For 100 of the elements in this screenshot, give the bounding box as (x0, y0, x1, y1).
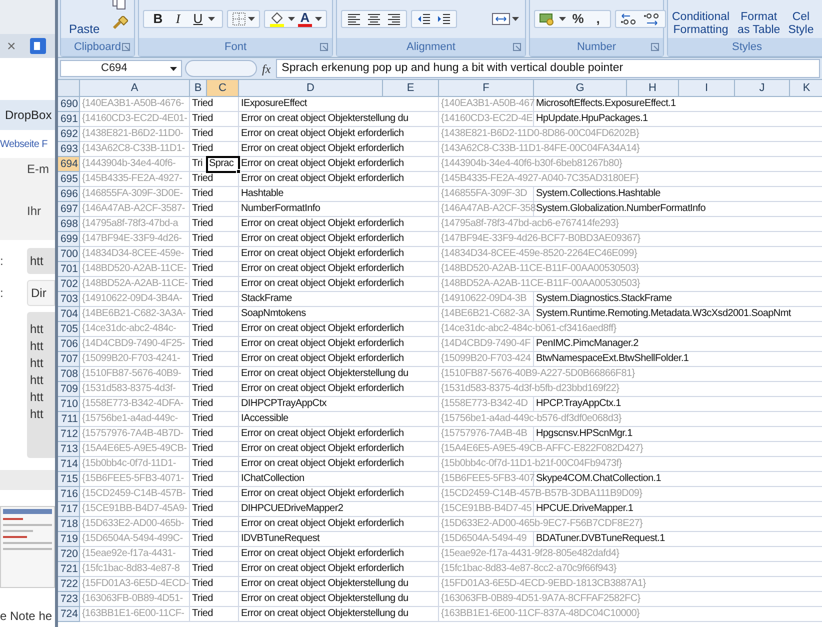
row-header[interactable]: 699 (58, 232, 80, 247)
row-header[interactable]: 701 (58, 262, 80, 277)
name-box[interactable]: C694 (60, 60, 182, 77)
borders-button[interactable] (227, 10, 260, 28)
table-cell: {14BE6B21-C682-3A3A- (80, 307, 190, 322)
row-header[interactable]: 724 (58, 607, 80, 622)
table-cell: {15FD01A3-6E5D-4ECD- (80, 577, 190, 592)
row-header[interactable]: 719 (58, 532, 80, 547)
table-cell: Error on creat object Objekt erforderlich (239, 247, 439, 262)
table-cell: Tried (190, 562, 239, 577)
row-header[interactable]: 709 (58, 382, 80, 397)
format-button[interactable]: B (148, 9, 168, 29)
input-field[interactable]: Dir (27, 280, 55, 306)
row-header[interactable]: 693 (58, 142, 80, 157)
table-cell: Error on creat object Objekt erforderlich (239, 157, 439, 172)
column-header[interactable]: I (679, 80, 735, 97)
style-button[interactable]: Conditional Formatting (672, 11, 730, 38)
row-header[interactable]: 720 (58, 547, 80, 562)
table-cell: IExposureEffect (239, 97, 439, 112)
number-format-button[interactable]: % (570, 9, 586, 29)
table-cell: {15B6FEE5-5FB3-407 (439, 472, 534, 487)
text-line: htt (30, 407, 44, 421)
column-header[interactable]: B (190, 80, 207, 97)
table-cell: {143A62C8-C33B-11D1-84FE-00C04FA34A14} (439, 142, 822, 157)
number-format-button[interactable]: , (590, 9, 606, 29)
row-header[interactable]: 715 (58, 472, 80, 487)
column-header[interactable]: J (735, 80, 790, 97)
table-cell: Error on creat object Objekt erforderlich (239, 232, 439, 247)
row-header[interactable]: 712 (58, 427, 80, 442)
table-cell: Tried (190, 412, 239, 427)
copy-icon (112, 0, 126, 10)
row-header[interactable]: 690 (58, 97, 80, 112)
style-button[interactable]: Cel Style (788, 11, 814, 38)
column-header[interactable]: G (534, 80, 627, 97)
column-header[interactable]: K (790, 80, 822, 97)
selected-cell[interactable]: Sprac (207, 157, 239, 172)
text-area[interactable]: htt htt htt htt htt htt (27, 312, 55, 458)
row-header[interactable]: 703 (58, 292, 80, 307)
table-cell: {14795a8f-78f3-47bd-a (80, 217, 190, 232)
row-header[interactable]: 707 (58, 352, 80, 367)
row-header[interactable]: 711 (58, 412, 80, 427)
row-header[interactable]: 714 (58, 457, 80, 472)
tab-close-button[interactable]: × (7, 38, 16, 54)
table-cell: {1510FB87-5676-40B9-A227-5D0B66866F81} (439, 367, 822, 382)
row-header[interactable]: 697 (58, 202, 80, 217)
row-header[interactable]: 716 (58, 487, 80, 502)
group-label: Styles (732, 40, 762, 55)
table-cell: Tried (190, 232, 239, 247)
row-header[interactable]: 706 (58, 337, 80, 352)
row-header[interactable]: 718 (58, 517, 80, 532)
paste-button[interactable]: Paste (67, 23, 102, 36)
table-cell: {15eae92e-f17a-4431- (80, 547, 190, 562)
table-cell: Tried (190, 472, 239, 487)
fill-handle[interactable] (236, 169, 241, 174)
row-header[interactable]: 708 (58, 367, 80, 382)
column-header[interactable]: F (439, 80, 534, 97)
table-cell: Error on creat object Objekt erforderlich (239, 127, 439, 142)
row-header[interactable]: 696 (58, 187, 80, 202)
row-header[interactable]: 705 (58, 322, 80, 337)
row-header[interactable]: 721 (58, 562, 80, 577)
row-header[interactable]: 692 (58, 127, 80, 142)
row-header[interactable]: 698 (58, 217, 80, 232)
format-button[interactable]: I (168, 9, 188, 29)
input-field[interactable]: htt (27, 248, 55, 274)
row-header[interactable]: 700 (58, 247, 80, 262)
column-header[interactable]: H (627, 80, 679, 97)
row-header[interactable]: 723 (58, 592, 80, 607)
column-header[interactable]: A (80, 80, 190, 97)
font-color-button[interactable]: A (298, 11, 312, 28)
row-header[interactable]: 710 (58, 397, 80, 412)
column-header[interactable]: E (383, 80, 439, 97)
table-cell: {146855FA-309F-3D0E- (80, 187, 190, 202)
table-cell: {148BD52A-A2AB-11CE-B11F-00AA00530503} (439, 277, 822, 292)
table-cell: IChatCollection (239, 472, 439, 487)
table-cell: IDVBTuneRequest (239, 532, 439, 547)
column-header[interactable]: C (207, 80, 239, 97)
insert-function-button[interactable]: fx (260, 60, 273, 78)
style-button[interactable]: Format as Table (738, 11, 780, 38)
row-header[interactable]: 695 (58, 172, 80, 187)
row-header[interactable]: 717 (58, 502, 80, 517)
table-cell: Tried (190, 457, 239, 472)
formula-field[interactable]: Sprach erkenung pop up and hung a bit with vertical double pointer (276, 59, 820, 78)
table-cell: {14ce31dc-abc2-484c- (80, 322, 190, 337)
row-header[interactable]: 691 (58, 112, 80, 127)
dialog-launcher-icon (122, 43, 130, 52)
row-header[interactable]: 702 (58, 277, 80, 292)
format-button[interactable]: U (188, 9, 208, 29)
table-cell: Tried (190, 382, 239, 397)
column-header[interactable]: D (239, 80, 383, 97)
row-header[interactable]: 704 (58, 307, 80, 322)
row-header[interactable]: 694 (58, 157, 80, 172)
table-cell: {15756be1-a4ad-449c-b576-df3df0e068d3} (439, 412, 822, 427)
page-link[interactable]: Webseite F (0, 136, 48, 152)
table-cell: Tried (190, 202, 239, 217)
table-cell: Error on creat object Objekt erforderlich (239, 457, 439, 472)
table-cell: Tried (190, 532, 239, 547)
row-header[interactable]: 722 (58, 577, 80, 592)
table-cell: {140EA3B1-A50B-4676- (80, 97, 190, 112)
bookmark-link[interactable]: DropBox (5, 106, 52, 124)
row-header[interactable]: 713 (58, 442, 80, 457)
